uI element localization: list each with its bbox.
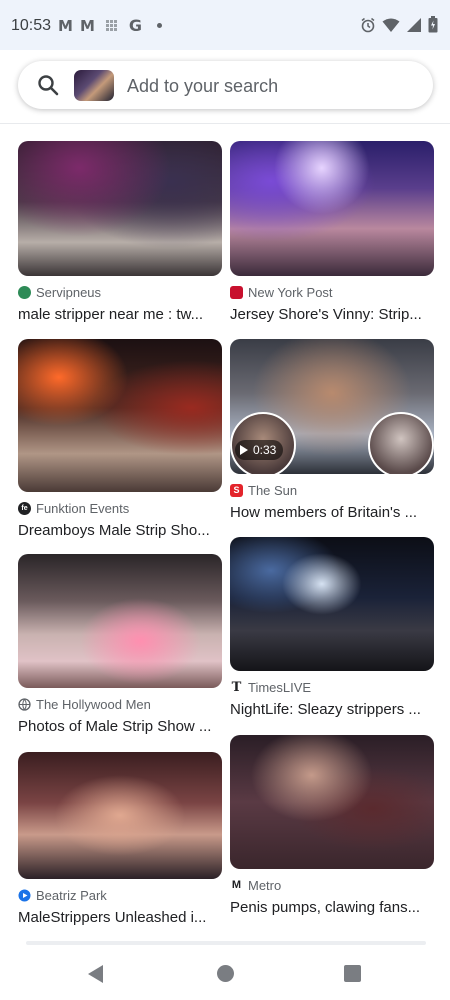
result-card[interactable]: M Metro Penis pumps, clawing fans... (230, 735, 434, 916)
divider (0, 123, 450, 124)
alarm-icon (361, 17, 375, 32)
result-title[interactable]: male stripper near me : tw... (18, 306, 222, 323)
source-name: New York Post (248, 284, 333, 300)
result-source[interactable]: S The Sun (230, 482, 434, 498)
status-time: 10:53 (11, 17, 52, 34)
query-image-thumbnail[interactable] (74, 70, 114, 101)
status-bar: 10:53 M M G (0, 0, 450, 50)
dot-icon (157, 23, 163, 28)
source-name: Beatriz Park (36, 887, 107, 903)
video-duration: 0:33 (253, 443, 277, 457)
search-bar[interactable]: Add to your search (18, 61, 433, 109)
result-image[interactable] (230, 141, 434, 276)
system-nav-bar (0, 947, 450, 1000)
back-button[interactable] (88, 965, 103, 983)
result-card[interactable]: T TimesLIVE NightLife: Sleazy strippers … (230, 537, 434, 718)
result-card[interactable]: New York Post Jersey Shore's Vinny: Stri… (230, 141, 434, 323)
result-source[interactable]: fe Funktion Events (18, 500, 222, 516)
result-card[interactable]: The Hollywood Men Photos of Male Strip S… (18, 554, 222, 735)
nypost-logo-icon (230, 285, 243, 299)
result-title[interactable]: NightLife: Sleazy strippers ... (230, 701, 434, 718)
result-title[interactable]: Jersey Shore's Vinny: Strip... (230, 306, 434, 323)
result-source[interactable]: Servipneus (18, 284, 222, 300)
result-title[interactable]: Photos of Male Strip Show ... (18, 718, 222, 735)
globe-icon (18, 697, 31, 711)
result-image[interactable] (18, 752, 222, 879)
result-image[interactable] (230, 735, 434, 869)
play-icon (240, 445, 248, 455)
system-icons (360, 16, 438, 33)
grid-icon (105, 19, 118, 32)
recents-button[interactable] (344, 965, 361, 982)
funktion-logo-icon: fe (18, 501, 31, 515)
result-title[interactable]: Dreamboys Male Strip Sho... (18, 522, 222, 539)
result-image[interactable] (230, 537, 434, 671)
result-card[interactable]: fe Funktion Events Dreamboys Male Strip … (18, 339, 222, 539)
result-source[interactable]: M Metro (230, 877, 434, 893)
result-card[interactable]: Beatriz Park MaleStrippers Unleashed i..… (18, 752, 222, 926)
result-image[interactable]: 0:33 (230, 339, 434, 474)
google-icon: G (128, 16, 143, 35)
metro-logo-icon: M (231, 879, 242, 891)
the-sun-logo-icon: S (230, 483, 243, 497)
video-preview-thumbnail[interactable] (368, 412, 434, 474)
result-card[interactable]: Servipneus male stripper near me : tw... (18, 141, 222, 323)
source-name: The Hollywood Men (36, 696, 151, 712)
signal-icon (407, 17, 421, 32)
search-icon[interactable] (37, 74, 59, 96)
result-image[interactable] (18, 141, 222, 276)
wifi-icon (382, 18, 400, 32)
battery-icon (428, 16, 438, 33)
notification-icons: M M G (58, 16, 163, 35)
source-name: Servipneus (36, 284, 102, 300)
search-placeholder[interactable]: Add to your search (127, 76, 278, 97)
result-title[interactable]: Penis pumps, clawing fans... (230, 899, 434, 916)
timeslive-logo-icon: T (231, 679, 242, 695)
source-name: TimesLIVE (248, 679, 312, 695)
result-image[interactable] (18, 339, 222, 492)
source-name: Metro (248, 877, 282, 893)
result-source[interactable]: The Hollywood Men (18, 696, 222, 712)
globe-icon (18, 285, 31, 299)
result-source[interactable]: T TimesLIVE (230, 679, 434, 695)
home-button[interactable] (217, 965, 234, 982)
result-card[interactable]: 0:33 S The Sun How members of Britain's … (230, 339, 434, 521)
result-source[interactable]: Beatriz Park (18, 887, 222, 903)
source-name: Funktion Events (36, 500, 130, 516)
gmail-icon: M (58, 16, 73, 35)
result-source[interactable]: New York Post (230, 284, 434, 300)
gmail-icon: M (79, 16, 95, 35)
result-title[interactable]: How members of Britain's ... (230, 504, 434, 521)
video-duration-badge: 0:33 (235, 440, 284, 460)
play-logo-icon (18, 889, 31, 901)
scroll-edge (26, 941, 426, 945)
result-image[interactable] (18, 554, 222, 688)
source-name: The Sun (248, 482, 298, 498)
result-title[interactable]: MaleStrippers Unleashed i... (18, 909, 222, 926)
